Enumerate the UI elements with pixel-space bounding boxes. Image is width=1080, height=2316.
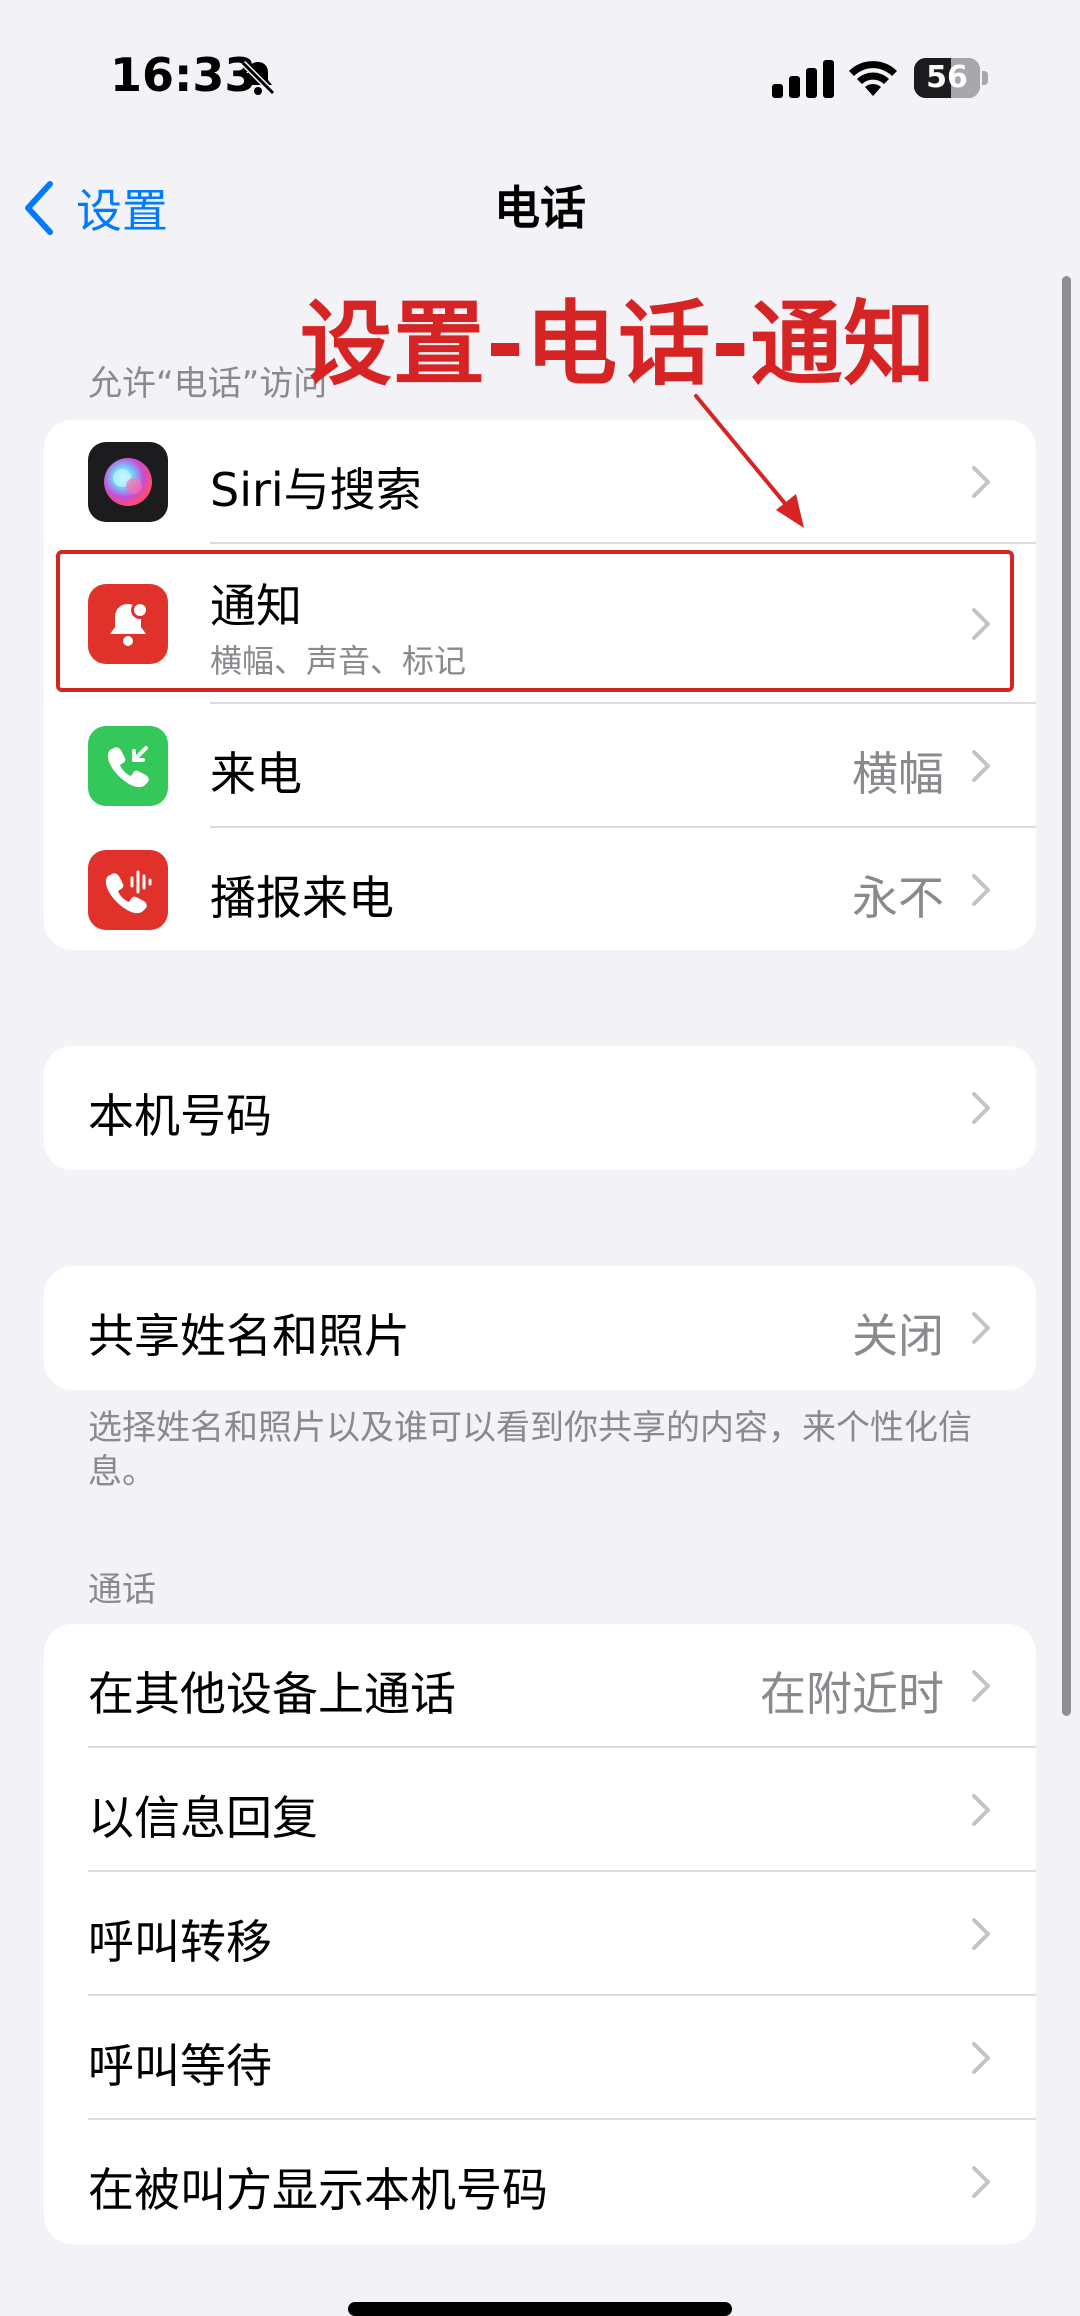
row-label: 本机号码 [88, 1089, 272, 1143]
row-label: 呼叫转移 [88, 1915, 272, 1969]
wifi-icon [849, 61, 897, 96]
chevron-right-icon [972, 1092, 990, 1124]
share-name-group: 共享姓名和照片 关闭 [44, 1266, 1036, 1390]
announce-call-icon [88, 850, 168, 930]
row-value: 横幅 [852, 747, 944, 801]
incoming-call-row[interactable]: 来电 横幅 [44, 704, 1036, 828]
back-button[interactable]: 设置 [22, 178, 168, 238]
chevron-right-icon [972, 1312, 990, 1344]
chevron-right-icon [972, 466, 990, 498]
row-value: 在附近时 [760, 1667, 944, 1721]
my-number-row[interactable]: 本机号码 [44, 1046, 1036, 1170]
row-label: 来电 [210, 747, 302, 801]
chevron-right-icon [972, 1794, 990, 1826]
share-name-footer: 选择姓名和照片以及谁可以看到你共享的内容，来个性化信息。 [88, 1408, 972, 1492]
home-indicator [348, 2302, 732, 2316]
show-caller-id-row[interactable]: 在被叫方显示本机号码 [44, 2120, 1036, 2244]
row-label: 在被叫方显示本机号码 [88, 2163, 548, 2217]
row-label: 以信息回复 [88, 1791, 318, 1845]
chevron-right-icon [972, 874, 990, 906]
respond-with-text-row[interactable]: 以信息回复 [44, 1748, 1036, 1872]
row-label: Siri与搜索 [210, 463, 422, 517]
siri-search-row[interactable]: Siri与搜索 [44, 420, 1036, 544]
call-waiting-row[interactable]: 呼叫等待 [44, 1996, 1036, 2120]
row-label: 呼叫等待 [88, 2039, 272, 2093]
annotation-text: 设置-电话-通知 [300, 291, 937, 398]
row-label: 播报来电 [210, 871, 394, 925]
row-label: 在其他设备上通话 [88, 1667, 456, 1721]
back-label: 设置 [76, 184, 168, 238]
chevron-right-icon [972, 2042, 990, 2074]
incoming-call-icon [88, 726, 168, 806]
row-value: 关闭 [852, 1309, 944, 1363]
arrow-down-right-icon [694, 394, 804, 528]
my-number-group: 本机号码 [44, 1046, 1036, 1170]
calls-on-other-devices-row[interactable]: 在其他设备上通话 在附近时 [44, 1624, 1036, 1748]
chevron-left-icon [25, 181, 53, 235]
chevron-right-icon [972, 2166, 990, 2198]
section-header-calls: 通话 [88, 1570, 156, 1610]
chevron-right-icon [972, 750, 990, 782]
highlight-box [56, 550, 1014, 692]
scroll-indicator[interactable] [1062, 276, 1071, 1716]
share-name-photo-row[interactable]: 共享姓名和照片 关闭 [44, 1266, 1036, 1390]
calls-group: 在其他设备上通话 在附近时 以信息回复 呼叫转移 呼叫等待 在被叫方显示本机号码 [44, 1624, 1036, 2244]
section-header-access: 允许“电话”访问 [88, 364, 328, 404]
status-time: 16:33 [110, 48, 257, 102]
row-value: 永不 [852, 871, 944, 925]
chevron-right-icon [972, 1918, 990, 1950]
battery-cap [982, 71, 988, 85]
bell-slash-icon [240, 60, 276, 96]
chevron-right-icon [972, 1670, 990, 1702]
cellular-signal-icon [772, 60, 834, 98]
announce-calls-row[interactable]: 播报来电 永不 [44, 828, 1036, 950]
battery-icon: 56 [914, 58, 988, 98]
row-label: 共享姓名和照片 [88, 1309, 410, 1363]
call-forwarding-row[interactable]: 呼叫转移 [44, 1872, 1036, 1996]
battery-level: 56 [926, 60, 968, 95]
siri-icon [88, 442, 168, 522]
